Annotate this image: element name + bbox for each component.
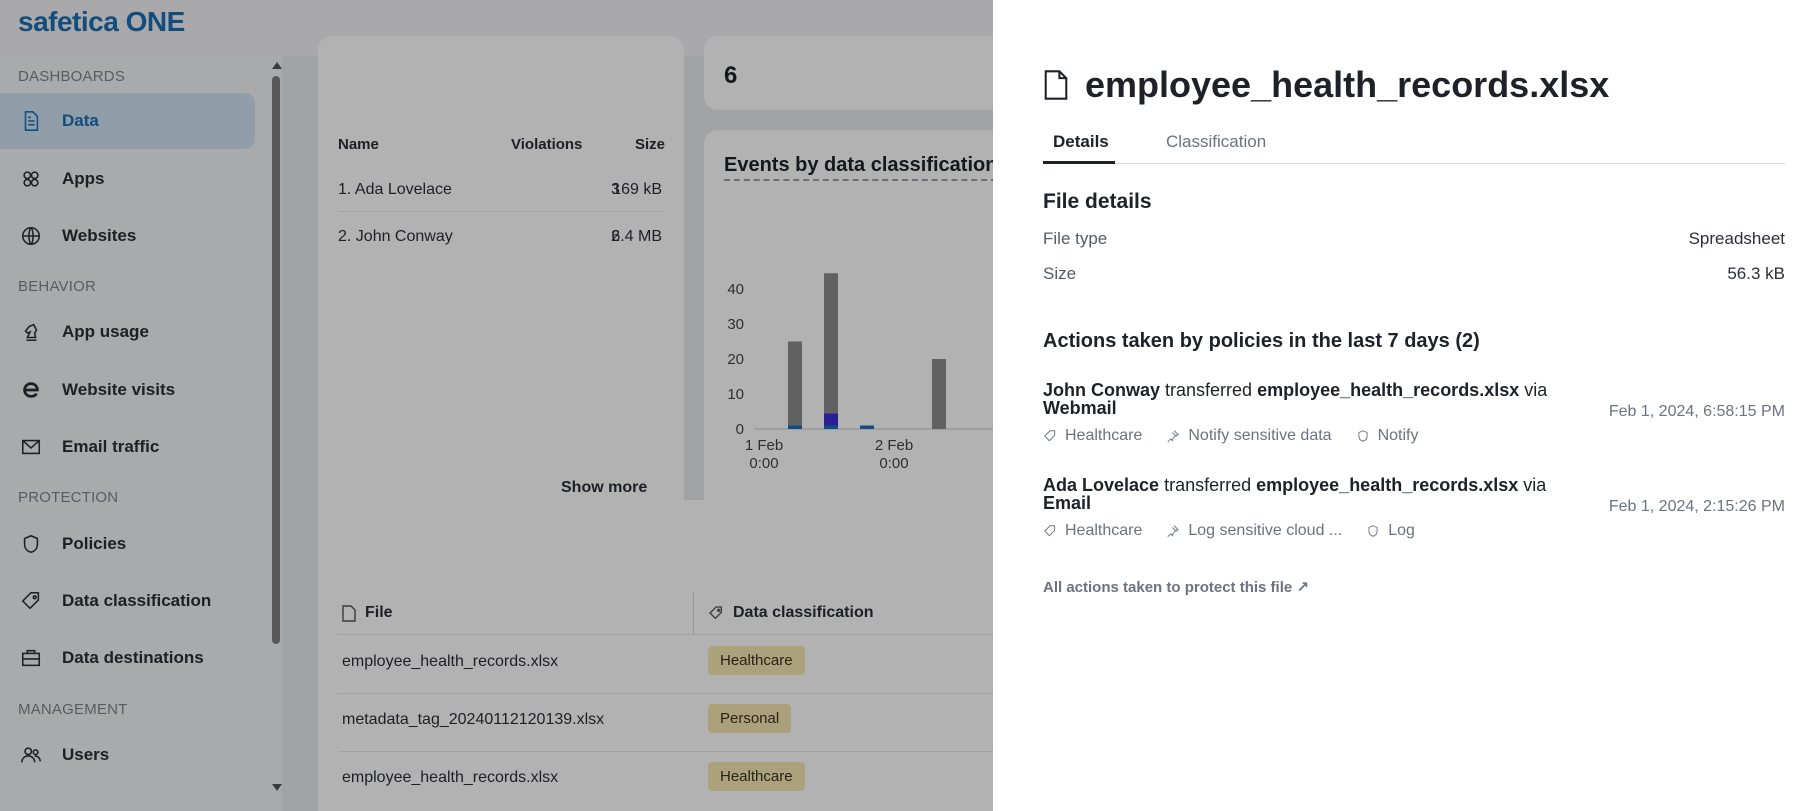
action-file[interactable]: employee_health_records.xlsx <box>1256 475 1518 495</box>
action-user[interactable]: Ada Lovelace <box>1043 475 1159 495</box>
action-tags: Healthcare Log sensitive cloud ... Log <box>1043 522 1785 540</box>
classification-tag[interactable]: Healthcare <box>1043 427 1142 445</box>
action-via: via <box>1523 475 1547 495</box>
detail-value: Spreadsheet <box>1688 229 1785 248</box>
panel-title: employee_health_records.xlsx <box>1043 64 1609 106</box>
action-via: via <box>1524 380 1548 400</box>
file-details-heading: File details <box>1043 190 1152 213</box>
action-channel: Webmail <box>1043 398 1117 418</box>
tag-label: Healthcare <box>1065 427 1143 444</box>
action-user[interactable]: John Conway <box>1043 380 1160 400</box>
actions-heading: Actions taken by policies in the last 7 … <box>1043 330 1480 352</box>
detail-row-size: Size 56.3 kB <box>1043 264 1785 288</box>
action-item[interactable]: Ada Lovelace transferred employee_health… <box>1043 476 1785 540</box>
tab-details[interactable]: Details <box>1053 132 1109 152</box>
tag-label: Healthcare <box>1065 522 1143 539</box>
file-detail-panel: employee_health_records.xlsx Details Cla… <box>993 0 1808 811</box>
shield-icon <box>1358 430 1368 442</box>
panel-title-text: employee_health_records.xlsx <box>1085 64 1610 105</box>
tag-label: Log sensitive cloud ... <box>1188 522 1343 539</box>
active-tab-indicator <box>1043 161 1115 164</box>
detail-value: 56.3 kB <box>1727 264 1785 283</box>
modal-backdrop[interactable] <box>0 0 993 811</box>
shield-icon <box>1368 525 1378 537</box>
action-description: John Conway transferred employee_health_… <box>1043 381 1563 417</box>
action-description: Ada Lovelace transferred employee_health… <box>1043 476 1563 512</box>
action-type-tag: Log <box>1366 522 1415 540</box>
action-timestamp: Feb 1, 2024, 2:15:26 PM <box>1608 498 1785 515</box>
action-tags: Healthcare Notify sensitive data Notify <box>1043 427 1785 445</box>
action-verb: transferred <box>1165 380 1253 400</box>
policy-tag[interactable]: Notify sensitive data <box>1166 427 1332 445</box>
policy-tag[interactable]: Log sensitive cloud ... <box>1166 522 1342 540</box>
tag-label: Notify <box>1377 427 1419 444</box>
detail-row-file-type: File type Spreadsheet <box>1043 229 1785 253</box>
panel-tabs: Details Classification <box>1043 130 1785 164</box>
tag-icon <box>1044 430 1056 442</box>
tag-icon <box>1044 525 1056 537</box>
tag-label: Log <box>1388 522 1415 539</box>
action-verb: transferred <box>1164 475 1252 495</box>
action-channel: Email <box>1043 493 1092 513</box>
tab-classification[interactable]: Classification <box>1166 132 1266 152</box>
action-timestamp: Feb 1, 2024, 6:58:15 PM <box>1608 403 1785 420</box>
detail-key: Size <box>1043 264 1077 283</box>
action-file[interactable]: employee_health_records.xlsx <box>1257 380 1519 400</box>
detail-key: File type <box>1043 229 1108 248</box>
classification-tag[interactable]: Healthcare <box>1043 522 1142 540</box>
pin-icon <box>1167 430 1180 443</box>
all-actions-link[interactable]: All actions taken to protect this file ↗ <box>1043 578 1309 596</box>
pin-icon <box>1167 525 1180 538</box>
action-item[interactable]: John Conway transferred employee_health_… <box>1043 381 1785 445</box>
file-icon <box>1044 70 1068 100</box>
action-type-tag: Notify <box>1356 427 1419 445</box>
tag-label: Notify sensitive data <box>1188 427 1332 444</box>
